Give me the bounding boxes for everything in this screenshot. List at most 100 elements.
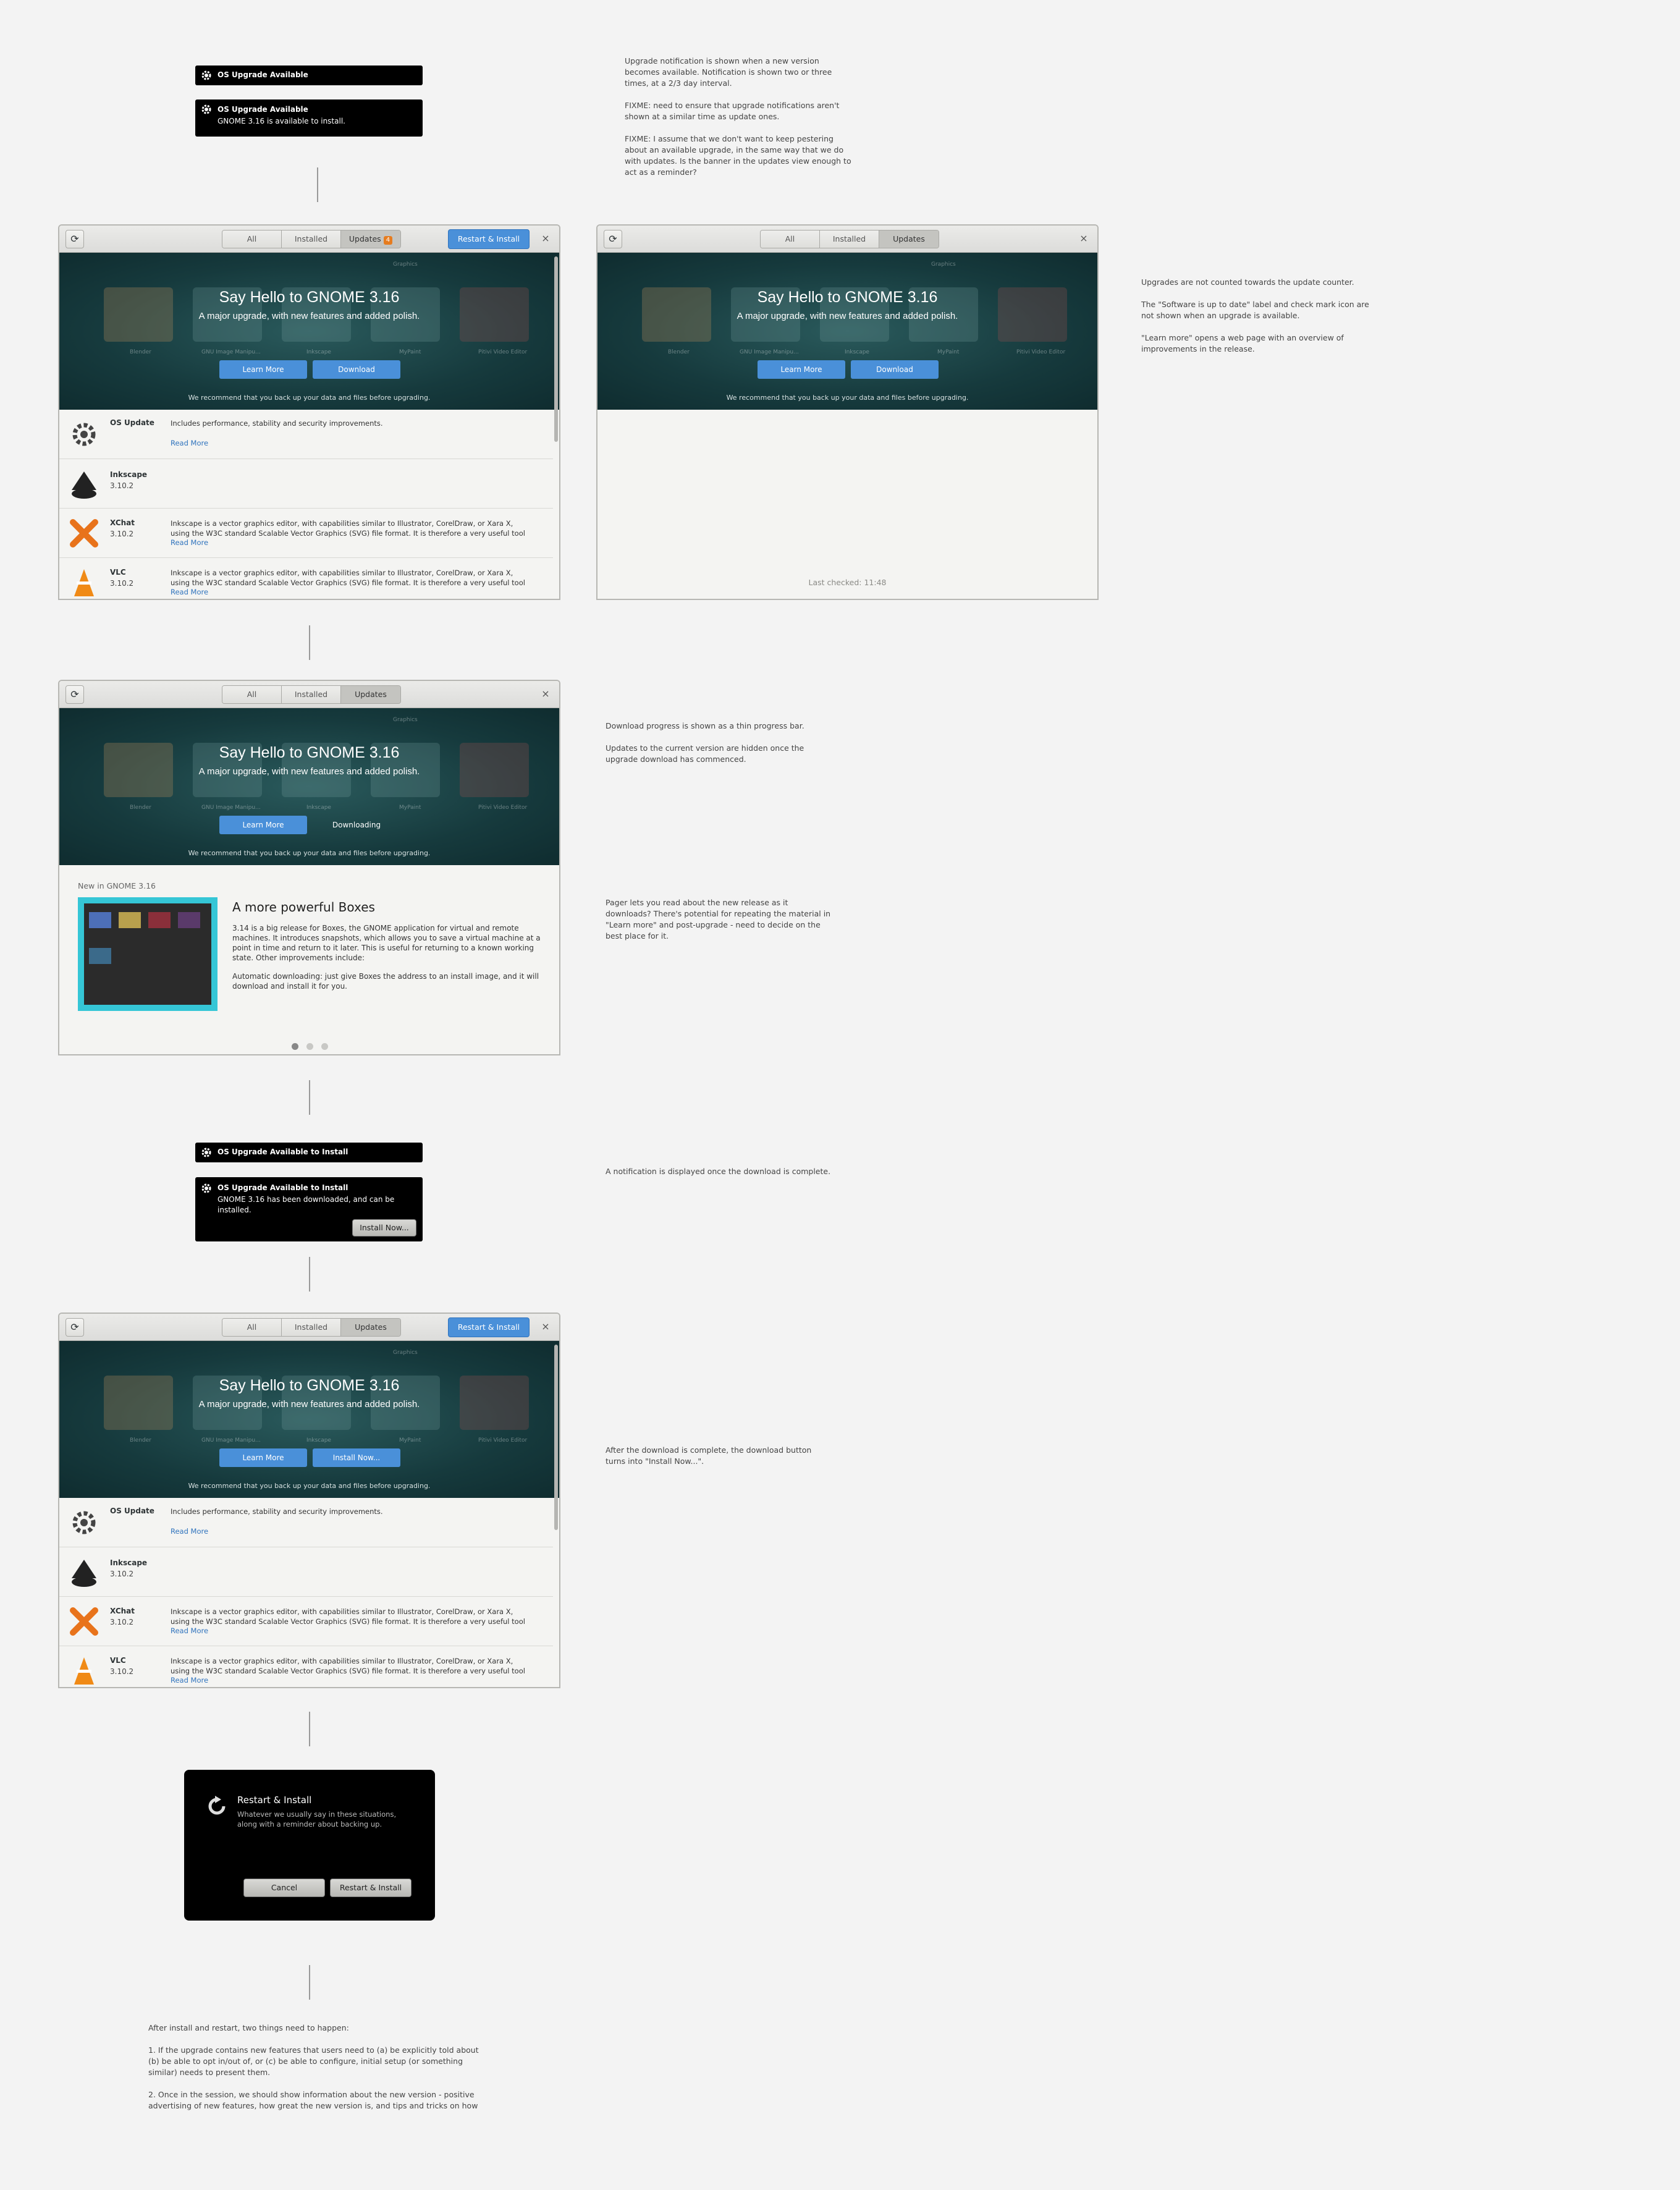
app-name: XChat: [110, 518, 135, 527]
list-item-inkscape[interactable]: Inkscape 3.10.2: [59, 459, 553, 509]
vm-thumbnail: [89, 912, 111, 928]
pager-heading: New in GNOME 3.16: [78, 881, 156, 890]
desc-line: using the W3C standard Scalable Vector G…: [171, 1667, 525, 1675]
banner-title: Say Hello to GNOME 3.16: [757, 289, 938, 306]
tab-updates[interactable]: Updates: [341, 1319, 400, 1336]
list-item-os-update[interactable]: OS Update Includes performance, stabilit…: [59, 410, 553, 459]
note-line: Upgrade notification is shown when a new…: [625, 56, 819, 66]
tab-all[interactable]: All: [222, 230, 282, 248]
flow-connector: [309, 1965, 310, 2000]
gear-icon: [201, 104, 211, 114]
close-icon[interactable]: ×: [538, 231, 553, 246]
tile-label: Graphics: [931, 261, 956, 268]
desc-line: using the W3C standard Scalable Vector G…: [171, 1617, 525, 1626]
restart-install-button[interactable]: Restart & Install: [448, 1317, 530, 1337]
desc-line: Inkscape is a vector graphics editor, wi…: [171, 1607, 513, 1616]
notification-body-line: GNOME 3.16 has been downloaded, and can …: [217, 1195, 395, 1204]
tab-all[interactable]: All: [761, 230, 820, 248]
scrollbar[interactable]: [554, 1345, 558, 1530]
tile-label: Pitivi Video Editor: [478, 1437, 528, 1444]
app-description: Inkscape is a vector graphics editor, wi…: [171, 1607, 541, 1626]
refresh-icon: ⟳: [609, 233, 617, 245]
read-more-link[interactable]: Read More: [171, 439, 208, 447]
tab-all[interactable]: All: [222, 686, 282, 703]
software-window-downloading: ⟳ All Installed Updates × Blender GNU Im…: [58, 680, 560, 1055]
read-more-link[interactable]: Read More: [171, 1626, 208, 1635]
read-more-link[interactable]: Read More: [171, 1676, 208, 1685]
pager-dot[interactable]: [321, 1043, 328, 1050]
flow-connector: [309, 1080, 310, 1115]
upgrade-notification-collapsed[interactable]: OS Upgrade Available: [195, 66, 423, 85]
scrollbar[interactable]: [554, 256, 558, 442]
tab-installed[interactable]: Installed: [282, 686, 341, 703]
list-item-xchat[interactable]: XChat 3.10.2 Inkscape is a vector graphi…: [59, 509, 553, 558]
list-item-vlc[interactable]: VLC 3.10.2 Inkscape is a vector graphics…: [59, 558, 553, 599]
list-item-xchat[interactable]: XChat 3.10.2 Inkscape is a vector graphi…: [59, 1597, 553, 1646]
refresh-button[interactable]: ⟳: [604, 230, 622, 248]
list-item-vlc[interactable]: VLC 3.10.2 Inkscape is a vector graphics…: [59, 1646, 553, 1687]
list-item-inkscape[interactable]: Inkscape 3.10.2: [59, 1547, 553, 1597]
refresh-icon: ⟳: [70, 233, 79, 245]
close-icon[interactable]: ×: [538, 687, 553, 701]
tab-installed[interactable]: Installed: [282, 230, 341, 248]
tile-label: Pitivi Video Editor: [478, 805, 528, 811]
boxes-screenshot: [84, 903, 211, 1005]
learn-more-button[interactable]: Learn More: [219, 360, 307, 379]
tab-updates[interactable]: Updates: [341, 686, 400, 703]
confirm-restart-install-button[interactable]: Restart & Install: [330, 1879, 412, 1897]
read-more-link[interactable]: Read More: [171, 1527, 208, 1536]
backup-warning: We recommend that you back up your data …: [726, 394, 969, 402]
tab-installed[interactable]: Installed: [282, 1319, 341, 1336]
tab-updates[interactable]: Updates 4: [341, 230, 400, 248]
download-button[interactable]: Download: [313, 360, 400, 379]
header-bar: ⟳ All Installed Updates 4 Restart & Insta…: [59, 226, 559, 253]
tile-label: MyPaint: [399, 805, 421, 811]
install-now-button[interactable]: Install Now...: [313, 1448, 400, 1467]
close-icon[interactable]: ×: [538, 1319, 553, 1334]
note-line: 2. Once in the session, we should show i…: [148, 2090, 475, 2099]
install-now-button[interactable]: Install Now...: [352, 1219, 416, 1237]
app-description: Inkscape is a vector graphics editor, wi…: [171, 518, 541, 538]
upgrade-notification-expanded[interactable]: OS Upgrade Available GNOME 3.16 is avail…: [195, 99, 423, 137]
refresh-button[interactable]: ⟳: [65, 1318, 84, 1337]
note-line: downloads? There's potential for repeati…: [606, 909, 831, 918]
refresh-button[interactable]: ⟳: [65, 230, 84, 248]
tile-label: Graphics: [393, 1350, 418, 1356]
tile-label: Inkscape: [306, 1437, 331, 1444]
pager-dot[interactable]: [306, 1043, 313, 1050]
pager-dot-active[interactable]: [292, 1043, 298, 1050]
refresh-button[interactable]: ⟳: [65, 685, 84, 704]
tile-label: Inkscape: [845, 349, 869, 355]
learn-more-button[interactable]: Learn More: [219, 816, 307, 834]
app-version: 3.10.2: [110, 579, 134, 588]
read-more-link[interactable]: Read More: [171, 588, 208, 596]
restart-install-button[interactable]: Restart & Install: [448, 229, 530, 249]
vlc-icon: [74, 569, 94, 596]
upgrade-banner: Blender GNU Image Manipu... Inkscape MyP…: [597, 253, 1097, 410]
banner-subtitle: A major upgrade, with new features and a…: [737, 311, 958, 321]
learn-more-button[interactable]: Learn More: [758, 360, 845, 379]
desc-line: Inkscape is a vector graphics editor, wi…: [171, 569, 513, 577]
note-update-counter: Upgrades are not counted towards the upd…: [1141, 277, 1401, 355]
download-button[interactable]: Download: [851, 360, 939, 379]
desc-line: using the W3C standard Scalable Vector G…: [171, 529, 525, 538]
tab-all[interactable]: All: [222, 1319, 282, 1336]
read-more-link[interactable]: Read More: [171, 538, 208, 547]
notification-title: OS Upgrade Available to Install: [217, 1183, 348, 1192]
app-name: OS Update: [110, 1507, 154, 1515]
notification-body: GNOME 3.16 is available to install.: [217, 117, 345, 125]
cancel-button[interactable]: Cancel: [243, 1879, 325, 1897]
install-notification-collapsed[interactable]: OS Upgrade Available to Install: [195, 1143, 423, 1162]
tab-installed[interactable]: Installed: [820, 230, 879, 248]
close-icon[interactable]: ×: [1076, 231, 1091, 246]
tile-label: MyPaint: [399, 1437, 421, 1444]
list-item-os-update[interactable]: OS Update Includes performance, stabilit…: [59, 1498, 553, 1547]
learn-more-button[interactable]: Learn More: [219, 1448, 307, 1467]
tab-updates[interactable]: Updates: [879, 230, 939, 248]
xchat-icon: [70, 519, 98, 548]
vlc-icon: [74, 1657, 94, 1685]
xchat-icon: [70, 1607, 98, 1636]
install-notification-expanded[interactable]: OS Upgrade Available to Install GNOME 3.…: [195, 1177, 423, 1241]
flow-connector: [317, 167, 318, 202]
tile-label: Inkscape: [306, 349, 331, 355]
